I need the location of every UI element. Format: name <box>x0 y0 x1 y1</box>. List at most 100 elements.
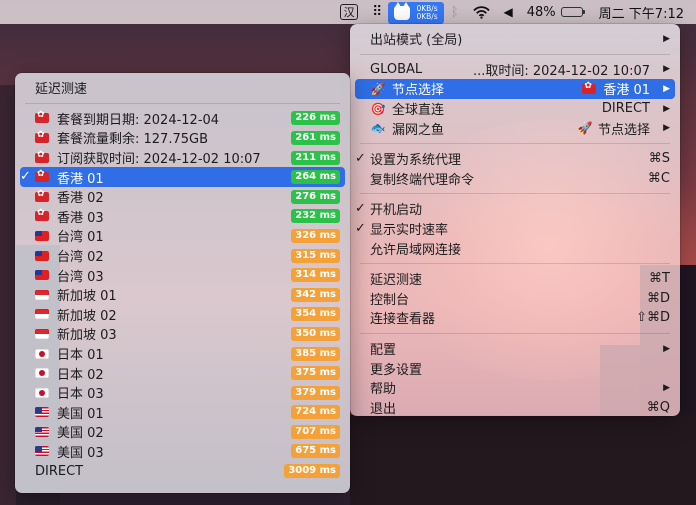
submenu-arrow-icon: ▶ <box>663 33 670 44</box>
proxy-node-item[interactable]: 美国 02 707 ms <box>15 422 350 442</box>
proxy-node-label: 美国 01 <box>57 406 104 422</box>
latency-test-item[interactable]: 延迟测速 ⌘T <box>350 269 680 289</box>
proxy-node-item[interactable]: 台湾 03 314 ms <box>15 265 350 285</box>
help-item[interactable]: 帮助 ▶ <box>350 378 680 398</box>
menu-separator <box>360 53 670 55</box>
latency-badge: 342 ms <box>291 287 340 302</box>
hk-flag-icon <box>35 189 49 202</box>
control-center-menu[interactable]: ⠿ <box>365 0 388 24</box>
menu-item-label: 帮助 <box>370 382 397 398</box>
proxy-node-label: 台湾 03 <box>57 269 104 285</box>
latency-badge: 354 ms <box>291 307 340 322</box>
quit-item[interactable]: 退出 ⌘Q <box>350 398 680 418</box>
proxy-node-item[interactable]: 香港 02 276 ms <box>15 187 350 207</box>
latency-badge: 226 ms <box>291 111 340 126</box>
menu-item-label: 控制台 <box>370 292 410 308</box>
proxy-list: 套餐到期日期: 2024-12-04 226 ms 套餐流量剩余: 127.75GB… <box>15 109 350 481</box>
proxy-group-node-select[interactable]: 🚀 节点选择 香港 01 ▶ <box>355 79 675 99</box>
connection-viewer-item[interactable]: 连接查看器 ⇧⌘D <box>350 308 680 328</box>
battery-menu[interactable]: 48% <box>520 0 592 24</box>
outbound-mode-label: 出站模式 (全局) <box>370 33 463 49</box>
us-flag-icon <box>35 426 49 437</box>
clashx-main-menu: 出站模式 (全局) ▶ GLOBAL ...取时间: 2024-12-02 10… <box>350 24 680 418</box>
config-item[interactable]: 配置 ▶ <box>350 339 680 359</box>
outbound-mode-item[interactable]: 出站模式 (全局) ▶ <box>350 29 680 49</box>
shortcut-label: ⌘D <box>646 290 670 306</box>
menu-item-label: 退出 <box>370 401 397 417</box>
shortcut-label: ⌘S <box>648 151 670 167</box>
latency-badge: 3009 ms <box>284 464 340 479</box>
start-at-login-item[interactable]: ✓ 开机启动 <box>350 199 680 219</box>
show-speed-item[interactable]: ✓ 显示实时速率 <box>350 219 680 239</box>
proxy-node-item[interactable]: 香港 03 232 ms <box>15 207 350 227</box>
dashboard-item[interactable]: 控制台 ⌘D <box>350 289 680 309</box>
proxy-node-item[interactable]: 美国 01 724 ms <box>15 403 350 423</box>
latency-badge: 232 ms <box>291 209 340 224</box>
bluetooth-icon: ᛒ <box>450 4 459 20</box>
shortcut-label: ⌘T <box>649 271 670 287</box>
download-speed: 0KB/s <box>416 11 438 21</box>
speed-readout: 0KB/s 0KB/s <box>416 4 438 21</box>
allow-lan-item[interactable]: 允许局域网连接 <box>350 238 680 258</box>
latency-badge: 350 ms <box>291 326 340 341</box>
proxy-node-item[interactable]: 订阅获取时间: 2024-12-02 10:07 211 ms <box>15 148 350 168</box>
proxy-node-item[interactable]: 套餐流量剩余: 127.75GB 261 ms <box>15 128 350 148</box>
wifi-menu[interactable] <box>466 0 497 24</box>
proxy-group-global-direct[interactable]: 🎯 全球直连 DIRECT ▶ <box>350 99 680 119</box>
latency-badge: 315 ms <box>291 248 340 263</box>
proxy-node-item[interactable]: 日本 02 375 ms <box>15 363 350 383</box>
cat-icon <box>394 1 411 20</box>
battery-icon <box>560 7 585 17</box>
proxy-group-label: 漏网之鱼 <box>392 122 445 138</box>
target-icon: 🎯 <box>370 101 386 116</box>
proxy-node-item[interactable]: 台湾 01 326 ms <box>15 226 350 246</box>
menu-item-label: 连接查看器 <box>370 312 436 328</box>
checkmark-icon: ✓ <box>20 169 31 185</box>
wifi-icon <box>472 5 490 19</box>
proxy-node-item[interactable]: 新加坡 01 342 ms <box>15 285 350 305</box>
shortcut-label: ⌘Q <box>646 399 670 415</box>
clock[interactable]: 周二 下午7:12 <box>592 0 696 24</box>
submenu-arrow-icon: ▶ <box>663 64 670 75</box>
proxy-group-final[interactable]: 🐟 漏网之鱼 🚀 节点选择 ▶ <box>350 118 680 138</box>
menu-item-label: 延迟测速 <box>370 273 423 289</box>
shortcut-label: ⇧⌘D <box>636 310 670 326</box>
volume-menu[interactable]: ◀ <box>497 0 520 24</box>
proxy-node-item[interactable]: 新加坡 03 350 ms <box>15 324 350 344</box>
proxy-node-item[interactable]: 日本 03 379 ms <box>15 383 350 403</box>
clashx-status-item[interactable]: 0KB/s 0KB/s <box>388 1 444 24</box>
submenu-arrow-icon: ▶ <box>663 382 670 393</box>
proxy-node-item[interactable]: 美国 03 675 ms <box>15 442 350 462</box>
hk-flag-icon <box>35 110 49 124</box>
proxy-node-item[interactable]: DIRECT 3009 ms <box>15 461 350 481</box>
menu-item-label: 显示实时速率 <box>370 223 449 239</box>
proxy-node-label: 美国 03 <box>57 445 104 461</box>
latency-test-header[interactable]: 延迟测速 <box>15 78 350 98</box>
proxy-group-label: 全球直连 <box>392 103 445 119</box>
bluetooth-menu[interactable]: ᛒ <box>444 0 466 24</box>
proxy-node-item[interactable]: ✓ 香港 01 264 ms <box>20 167 345 187</box>
rocket-icon: 🚀 <box>577 121 593 136</box>
sg-flag-icon <box>35 309 49 320</box>
set-system-proxy-item[interactable]: ✓ 设置为系统代理 ⌘S <box>350 149 680 169</box>
submenu-title: 延迟测速 <box>35 82 88 98</box>
us-flag-icon <box>35 407 49 418</box>
proxy-node-item[interactable]: 台湾 02 315 ms <box>15 246 350 266</box>
more-settings-item[interactable]: 更多设置 <box>350 358 680 378</box>
proxy-node-item[interactable]: 日本 01 385 ms <box>15 344 350 364</box>
proxy-group-value: DIRECT <box>601 101 650 117</box>
tw-flag-icon <box>35 250 49 261</box>
hk-flag-icon <box>35 130 49 143</box>
datetime-label: 周二 下午7:12 <box>598 6 684 22</box>
proxy-node-item[interactable]: 新加坡 02 354 ms <box>15 305 350 325</box>
tw-flag-icon <box>35 270 49 281</box>
menu-item-label: 更多设置 <box>370 362 423 378</box>
fetch-time-label: ...取时间: 2024-12-02 10:07 <box>472 63 650 79</box>
copy-terminal-command-item[interactable]: 复制终端代理命令 ⌘C <box>350 169 680 189</box>
menu-separator <box>25 102 340 104</box>
menu-item-label: 允许局域网连接 <box>370 242 462 258</box>
checkmark-icon: ✓ <box>355 150 366 166</box>
input-method-menu[interactable]: 汉 <box>333 0 365 24</box>
proxy-node-item[interactable]: 套餐到期日期: 2024-12-04 226 ms <box>15 109 350 129</box>
grid-icon: ⠿ <box>372 4 382 20</box>
